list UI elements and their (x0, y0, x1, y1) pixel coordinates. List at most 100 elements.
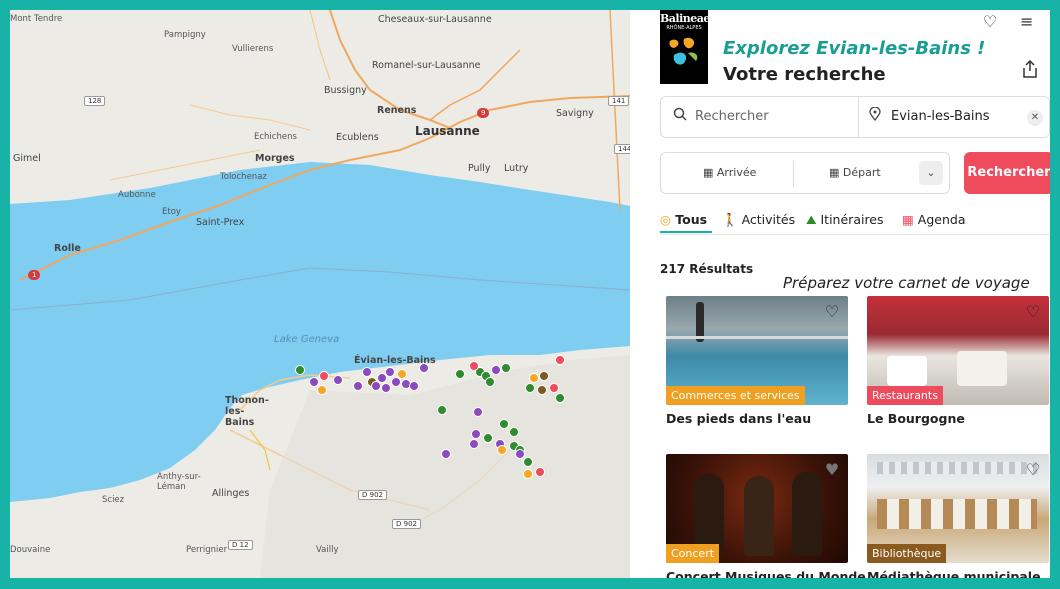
location-input[interactable]: Evian-les-Bains (891, 109, 990, 124)
map-marker[interactable] (333, 375, 343, 385)
departure-field[interactable]: ▦ Départ (829, 166, 881, 179)
map-marker[interactable] (555, 393, 565, 403)
close-icon[interactable]: ✕ (1027, 110, 1043, 126)
map-marker[interactable] (319, 371, 329, 381)
map-marker[interactable] (371, 381, 381, 391)
map-marker[interactable] (419, 363, 429, 373)
road-tag: 141 (608, 96, 630, 106)
map-marker[interactable] (469, 439, 479, 449)
map-marker[interactable] (535, 467, 545, 477)
map-marker[interactable] (539, 371, 549, 381)
search-button[interactable]: Rechercher (964, 152, 1050, 194)
heart-icon[interactable]: ♥ (822, 460, 842, 480)
share-icon[interactable] (1022, 59, 1038, 82)
map-marker[interactable] (509, 427, 519, 437)
arrival-label: Arrivée (716, 166, 757, 179)
divider (793, 161, 794, 187)
map-label: Rolle (54, 243, 81, 254)
map-label: Tolochenaz (220, 172, 267, 182)
result-card[interactable]: ♡ Restaurants Le Bourgogne (867, 296, 1049, 426)
lake-label: Lake Geneva (274, 334, 340, 345)
map-label: Mont Tendre (10, 14, 63, 24)
heart-icon[interactable]: ♡ (1023, 302, 1043, 322)
brand-logo[interactable]: Balineae RHÔNE-ALPES (660, 10, 710, 84)
menu-icon[interactable]: ≡ (1020, 12, 1038, 31)
card-image: ♡ Commerces et services (666, 296, 848, 405)
map-label: Romanel-sur-Lausanne (372, 60, 481, 71)
calendar-icon: ▦ (703, 166, 714, 179)
map-marker[interactable] (441, 449, 451, 459)
map-marker[interactable] (491, 365, 501, 375)
heart-icon[interactable]: ♡ (822, 302, 842, 322)
map-label: Savigny (556, 108, 594, 119)
map-marker[interactable] (523, 457, 533, 467)
map-marker[interactable] (455, 369, 465, 379)
card-category: Bibliothèque (867, 544, 947, 563)
map-marker[interactable] (409, 381, 419, 391)
map-marker[interactable] (537, 385, 547, 395)
map-label: Aubonne (118, 190, 156, 200)
map-marker[interactable] (397, 369, 407, 379)
map-marker[interactable] (471, 429, 481, 439)
map-marker[interactable] (555, 355, 565, 365)
map-marker[interactable] (483, 433, 493, 443)
map-marker[interactable] (501, 363, 511, 373)
location-pin-icon (869, 106, 881, 125)
road-tag: 128 (84, 96, 106, 106)
card-category: Restaurants (867, 386, 943, 405)
brand-name: Balineae (660, 12, 710, 25)
map-label: Lutry (504, 163, 529, 174)
tab-itineraires[interactable]: ⛰ Itinéraires (806, 212, 884, 228)
map-marker[interactable] (549, 383, 559, 393)
active-tab-indicator (660, 231, 712, 233)
map-marker[interactable] (529, 373, 539, 383)
card-category: Concert (666, 544, 720, 563)
divider (858, 97, 859, 137)
tab-tous[interactable]: ◎ Tous (660, 212, 707, 227)
card-title: Le Bourgogne (867, 411, 965, 426)
headline: Explorez Evian-les-Bains ! (723, 38, 986, 59)
map-marker[interactable] (525, 383, 535, 393)
map-marker[interactable] (523, 469, 533, 479)
map-marker[interactable] (469, 361, 479, 371)
results-panel: Balineae RHÔNE-ALPES Explorez Evian-les-… (630, 10, 1050, 578)
result-card[interactable]: ♡ Commerces et services Des pieds dans l… (666, 296, 848, 426)
map-marker[interactable] (317, 385, 327, 395)
tab-label: Activités (741, 212, 796, 227)
map-marker[interactable] (473, 407, 483, 417)
card-title: Des pieds dans l'eau (666, 411, 812, 426)
map-marker[interactable] (499, 419, 509, 429)
map-marker[interactable] (485, 377, 495, 387)
heart-icon[interactable]: ♡ (983, 12, 1003, 31)
heart-icon[interactable]: ♡ (1023, 460, 1043, 480)
arrival-field[interactable]: ▦ Arrivée (703, 166, 756, 179)
result-card[interactable]: ♥ Concert Concert Musiques du Monde (666, 454, 866, 578)
map-marker[interactable] (385, 367, 395, 377)
map-marker[interactable] (381, 383, 391, 393)
calendar-icon: ▦ (829, 166, 840, 179)
map-label: Douvaine (10, 545, 51, 555)
travel-notebook-promo[interactable]: Préparez votre carnet de voyage (783, 274, 1030, 292)
card-title: Concert Musiques du Monde (666, 569, 866, 578)
map-marker[interactable] (353, 381, 363, 391)
map-marker[interactable] (295, 365, 305, 375)
keyword-input[interactable]: Rechercher (695, 109, 769, 124)
brand-region: RHÔNE-ALPES (666, 25, 702, 31)
tab-label: Tous (675, 212, 708, 227)
map[interactable]: Mont Tendre Cheseaux-sur-Lausanne Pampig… (10, 10, 630, 578)
map-label: Morges (255, 153, 295, 164)
road-tag: D 902 (392, 519, 421, 529)
chevron-down-icon[interactable]: ⌄ (919, 161, 943, 185)
map-marker[interactable] (362, 367, 372, 377)
map-label: Bussigny (324, 85, 367, 96)
tab-agenda[interactable]: ▦ Agenda (902, 212, 966, 227)
result-card[interactable]: ♡ Bibliothèque Médiathèque municipale (867, 454, 1049, 578)
map-label: Sciez (102, 495, 125, 505)
map-label: Allinges (212, 488, 250, 499)
map-marker[interactable] (497, 445, 507, 455)
tab-activites[interactable]: 🚶 Activités (722, 212, 795, 228)
tab-label: Agenda (917, 212, 966, 227)
map-marker[interactable] (515, 449, 525, 459)
map-label: Anthy-sur-Léman (157, 472, 201, 492)
map-marker[interactable] (437, 405, 447, 415)
